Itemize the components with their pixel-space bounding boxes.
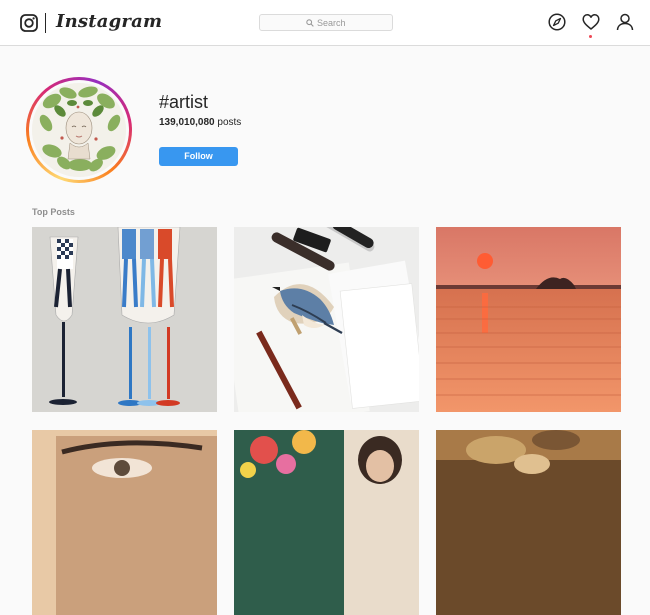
- post-tile-3[interactable]: [436, 227, 621, 412]
- post-count: 139,010,080 posts: [159, 117, 241, 128]
- compass-icon[interactable]: [548, 13, 566, 31]
- post-tile-6[interactable]: [436, 430, 621, 615]
- heart-icon[interactable]: [582, 13, 600, 31]
- post-count-suffix: posts: [214, 117, 242, 128]
- post-count-number: 139,010,080: [159, 117, 215, 128]
- avatar-image: [32, 83, 126, 177]
- logo-divider: [45, 13, 46, 33]
- post-image: [436, 430, 621, 615]
- user-icon[interactable]: [616, 13, 634, 31]
- post-tile-4[interactable]: [32, 430, 217, 615]
- post-image: [32, 430, 217, 615]
- follow-button[interactable]: Follow: [159, 147, 238, 166]
- hashtag-avatar: [26, 77, 132, 183]
- hashtag-title: #artist: [159, 92, 209, 112]
- top-navigation-bar: Instagram Search: [0, 0, 650, 46]
- post-image: [234, 430, 419, 615]
- search-icon: [306, 19, 314, 27]
- instagram-camera-icon[interactable]: [20, 14, 38, 32]
- post-image: [234, 227, 419, 412]
- post-tile-1[interactable]: [32, 227, 217, 412]
- notification-dot: [589, 35, 592, 38]
- post-image: [32, 227, 217, 412]
- instagram-wordmark[interactable]: Instagram: [56, 11, 162, 32]
- search-input[interactable]: Search: [259, 14, 393, 31]
- post-image: [436, 227, 621, 412]
- top-posts-heading: Top Posts: [32, 207, 75, 217]
- post-tile-5[interactable]: [234, 430, 419, 615]
- post-tile-2[interactable]: [234, 227, 419, 412]
- search-placeholder: Search: [317, 18, 346, 28]
